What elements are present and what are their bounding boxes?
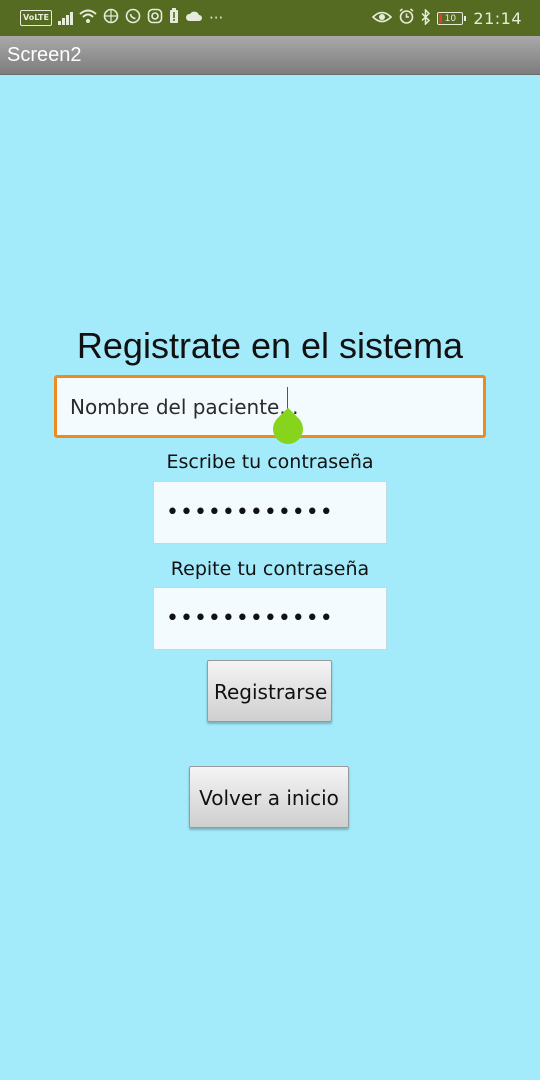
battery-level: 10 [444, 14, 457, 24]
wifi-icon [79, 8, 97, 28]
back-to-home-button[interactable]: Volver a inicio [189, 766, 349, 828]
basketball-icon [103, 8, 119, 28]
status-icons-right: 10 21:14 [372, 7, 522, 29]
whatsapp-icon [125, 8, 141, 28]
repeat-password-field[interactable]: •••••••••••• [153, 587, 387, 650]
password-value: •••••••••••• [166, 500, 334, 525]
bluetooth-icon [421, 7, 431, 29]
status-icons-left: VoLTE ··· [20, 8, 223, 28]
battery-alert-icon [169, 8, 179, 28]
signal-icon [57, 11, 73, 25]
repeat-password-value: •••••••••••• [166, 606, 334, 631]
repeat-password-label: Repite tu contraseña [170, 558, 370, 580]
instagram-icon [147, 8, 163, 28]
screen-title: Screen2 [7, 44, 82, 66]
cloud-icon [185, 9, 203, 27]
eye-icon [372, 10, 393, 28]
password-field[interactable]: •••••••••••• [153, 481, 387, 544]
battery-icon: 10 [437, 12, 467, 25]
patient-name-input[interactable] [57, 378, 483, 435]
app-title-bar: Screen2 [0, 36, 540, 75]
page-title: Registrate en el sistema [76, 325, 464, 366]
clock: 21:14 [473, 9, 522, 28]
alarm-icon [398, 8, 415, 29]
password-label: Escribe tu contraseña [166, 451, 374, 473]
more-icon: ··· [208, 9, 224, 27]
patient-name-field[interactable] [54, 375, 486, 451]
volte-badge: VoLTE [20, 10, 52, 26]
status-bar: VoLTE ··· 10 21:14 [0, 0, 540, 36]
register-button[interactable]: Registrarse [207, 660, 332, 722]
